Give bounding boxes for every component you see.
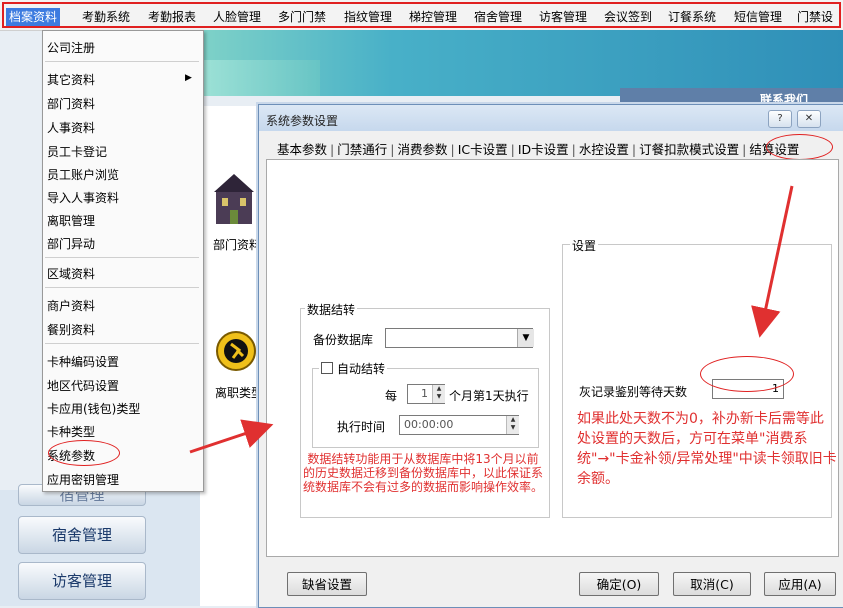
arrow-to-dialog (189, 419, 274, 454)
annotation-arrows (189, 185, 794, 454)
arrow-to-days-field (751, 185, 794, 338)
